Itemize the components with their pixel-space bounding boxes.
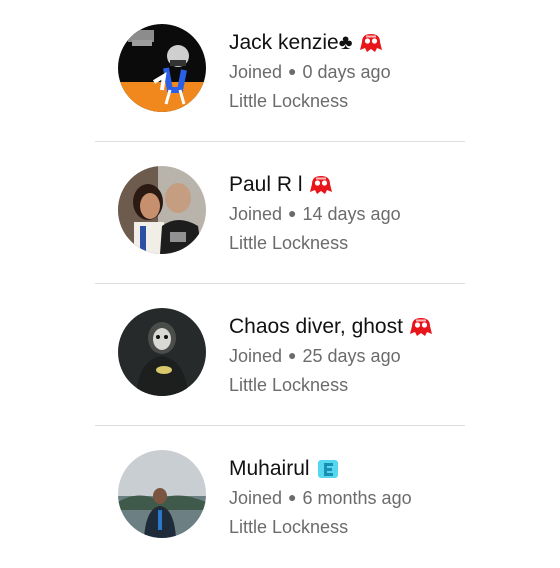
member-list-item[interactable]: Jack kenzie♣ Joined ● 0 days ago Little Lo… (0, 0, 560, 142)
member-info: Chaos diver, ghost Joined ● 25 days ago Li… (229, 312, 433, 396)
group-name: Little Lockness (229, 517, 349, 537)
member-info: Jack kenzie♣ Joined ● 0 days ago Little Lo… (229, 28, 391, 112)
red-emoji-badge-icon (409, 316, 433, 338)
member-name[interactable]: Paul R l (229, 173, 303, 197)
avatar[interactable] (118, 450, 206, 538)
join-info: Joined ● 25 days ago (229, 346, 401, 366)
group-name: Little Lockness (229, 91, 349, 111)
member-info: Muhairul Joined ● 6 months ago Little Lock… (229, 454, 412, 538)
member-list: Jack kenzie♣ Joined ● 0 days ago Little Lo… (0, 0, 560, 560)
member-list-item[interactable]: Paul R l Joined ● 14 days ago Little Lockn… (0, 142, 560, 284)
avatar[interactable] (118, 24, 206, 112)
member-list-item[interactable]: Muhairul Joined ● 6 months ago Little Lock… (0, 426, 560, 568)
group-name: Little Lockness (229, 375, 349, 395)
red-emoji-badge-icon (309, 174, 333, 196)
join-info: Joined ● 0 days ago (229, 62, 391, 82)
red-emoji-badge-icon (359, 32, 383, 54)
join-info: Joined ● 14 days ago (229, 204, 401, 224)
group-name: Little Lockness (229, 233, 349, 253)
member-name[interactable]: Jack kenzie♣ (229, 31, 353, 55)
member-name[interactable]: Chaos diver, ghost (229, 315, 403, 339)
join-info: Joined ● 6 months ago (229, 488, 412, 508)
member-name[interactable]: Muhairul (229, 457, 310, 481)
avatar[interactable] (118, 308, 206, 396)
cyan-letter-badge-icon (316, 458, 340, 480)
avatar[interactable] (118, 166, 206, 254)
member-list-item[interactable]: Chaos diver, ghost Joined ● 25 days ago Li… (0, 284, 560, 426)
member-info: Paul R l Joined ● 14 days ago Little Lockn… (229, 170, 401, 254)
